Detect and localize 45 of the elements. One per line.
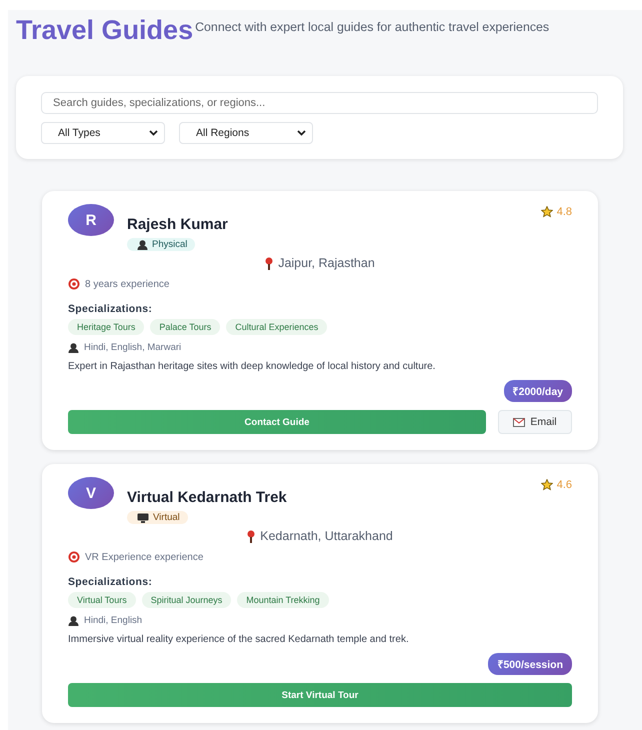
specialization-tag: Mountain Trekking <box>237 592 329 608</box>
avatar: V <box>68 477 114 509</box>
price-badge: ₹500/session <box>488 653 572 675</box>
location-text: Jaipur, Rajasthan <box>278 256 375 270</box>
location-text: Kedarnath, Uttarakhand <box>260 529 393 543</box>
specialization-tag: Spiritual Journeys <box>142 592 232 608</box>
description: Expert in Rajasthan heritage sites with deep knowledge of local history and culture. <box>68 361 436 372</box>
star-icon <box>540 206 553 218</box>
avatar: R <box>68 204 114 236</box>
person-icon <box>68 342 79 352</box>
rating-value: 4.6 <box>556 479 572 491</box>
rating-value: 4.8 <box>556 206 572 218</box>
description: Immersive virtual reality experience of the sacred Kedarnath temple and trek. <box>68 634 410 645</box>
guide-name: Rajesh Kumar <box>127 216 228 233</box>
price-badge: ₹2000/day <box>504 380 572 402</box>
person-icon <box>137 240 148 250</box>
languages-text: Hindi, English <box>84 615 142 626</box>
page-title: Travel Guides <box>16 14 194 46</box>
pin-icon <box>265 256 274 270</box>
chevron-icon <box>297 130 306 136</box>
target-icon <box>68 551 80 563</box>
section-heading: Specializations: <box>68 576 154 588</box>
pin-icon <box>247 530 256 542</box>
experience-text: VR Experience experience <box>85 552 204 562</box>
person-icon <box>68 616 79 626</box>
section-heading: Specializations: <box>68 303 154 315</box>
dropdown[interactable]: All Types <box>41 122 165 144</box>
specialization-tag: Cultural Experiences <box>226 319 328 335</box>
type-label: Virtual <box>153 512 180 523</box>
page-subtitle: Connect with expert local guides for authentic travel experiences <box>195 20 550 34</box>
specialization-tag: Palace Tours <box>150 319 220 335</box>
target-icon <box>68 278 80 290</box>
chevron-icon <box>149 130 158 136</box>
specialization-tag: Heritage Tours <box>68 319 144 335</box>
dropdown[interactable]: All Regions <box>179 122 313 144</box>
email-button[interactable]: Email <box>498 410 572 434</box>
type-label: Physical <box>152 239 188 250</box>
guide-name: Virtual Kedarnath Trek <box>127 489 287 506</box>
languages-text: Hindi, English, Marwari <box>84 342 182 353</box>
specialization-tag: Virtual Tours <box>68 592 136 608</box>
search-field[interactable]: Search guides, specializations, or regions... <box>41 92 598 114</box>
monitor-icon <box>137 512 149 522</box>
experience-text: 8 years experience <box>85 278 170 290</box>
star-icon <box>540 479 553 491</box>
envelope-icon <box>513 418 526 426</box>
